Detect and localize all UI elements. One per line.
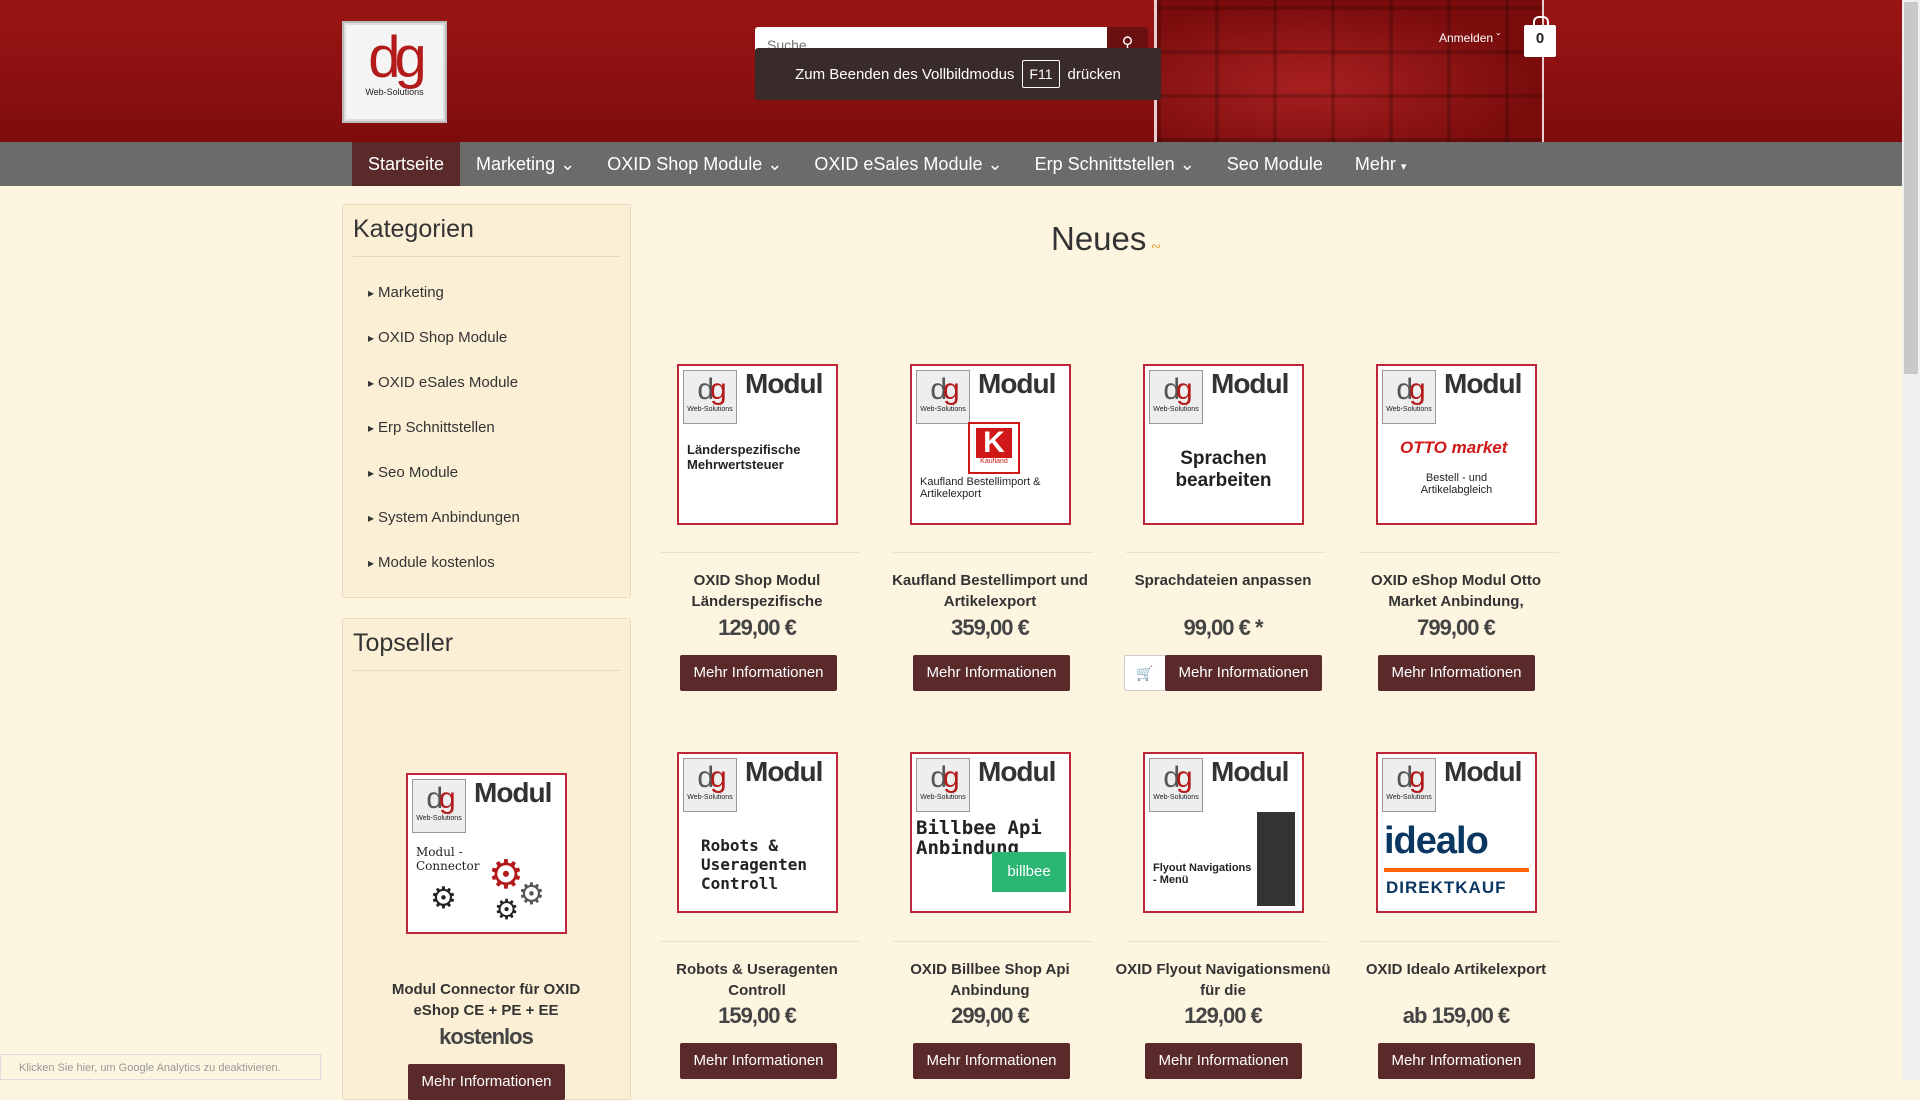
topseller-name[interactable]: Modul Connector für OXID eShop CE + PE +…: [376, 979, 596, 1021]
caret-down-icon: ▾: [1400, 161, 1407, 173]
gear-icon: ⚙: [518, 878, 545, 911]
category-erp-schnittstellen[interactable]: Erp Schnittstellen: [343, 410, 630, 455]
nav-item-marketing[interactable]: Marketing ⌄: [460, 142, 591, 186]
fullscreen-notice: Zum Beenden des Vollbildmodus F11 drücke…: [755, 48, 1161, 100]
nav-item-seo-module[interactable]: Seo Module: [1211, 142, 1339, 186]
product-price: 299,00 €: [951, 1003, 1030, 1028]
product-image[interactable]: dg Web-Solutions Modul Robots & Useragent…: [677, 752, 838, 913]
categories-title: Kategorien: [353, 215, 620, 257]
site-logo[interactable]: dg Web-Solutions: [342, 21, 447, 123]
nav-item-mehr[interactable]: Mehr ▾: [1339, 142, 1423, 186]
idealo-direktkauf: DIREKTKAUF: [1386, 878, 1507, 897]
product-name[interactable]: OXID Shop Modul Länderspezifische: [647, 570, 867, 612]
product-image[interactable]: dg Web-Solutions Modul Länderspezifische …: [677, 364, 838, 525]
otto-market-logo: OTTO market: [1400, 438, 1508, 457]
cart-button[interactable]: 0: [1524, 16, 1556, 57]
divider: [1359, 552, 1559, 553]
idealo-stripe: [1384, 868, 1529, 872]
category-seo-module[interactable]: Seo Module: [343, 455, 630, 500]
cart-count: 0: [1535, 30, 1545, 47]
nav-item-oxid-shop-module[interactable]: OXID Shop Module ⌄: [591, 142, 798, 186]
topseller-product-image[interactable]: dg Web-Solutions Modul Modul - Connector …: [406, 773, 567, 934]
more-info-button[interactable]: Mehr Informationen: [1378, 1043, 1535, 1079]
product-image[interactable]: dg Web-Solutions Modul K Kaufland Kauflan…: [910, 364, 1071, 525]
login-dropdown[interactable]: Anmelden ˇ: [1439, 31, 1500, 45]
divider: [893, 941, 1093, 942]
add-to-cart-button[interactable]: 🛒: [1124, 655, 1166, 691]
product-image[interactable]: dg Web-Solutions Modul OTTO market Bestel…: [1376, 364, 1537, 525]
category-module-kostenlos[interactable]: Module kostenlos: [343, 545, 630, 590]
divider: [660, 552, 860, 553]
site-header: dg Web-Solutions ⚲ Zum Beenden des Vollb…: [0, 0, 1902, 142]
gear-icon: ⚙: [494, 894, 520, 925]
product-name[interactable]: OXID Idealo Artikelexport: [1346, 959, 1566, 980]
category-system-anbindungen[interactable]: System Anbindungen: [343, 500, 630, 545]
product-name[interactable]: OXID eShop Modul Otto Market Anbindung,: [1346, 570, 1566, 612]
divider: [1126, 552, 1326, 553]
more-info-button[interactable]: Mehr Informationen: [913, 1043, 1070, 1079]
more-info-button[interactable]: Mehr Informationen: [1165, 655, 1322, 691]
chevron-down-icon: ⌄: [560, 154, 576, 174]
divider: [893, 552, 1093, 553]
main-nav: Startseite Marketing ⌄ OXID Shop Module …: [0, 142, 1902, 186]
chevron-down-icon: ˇ: [1493, 31, 1501, 45]
chevron-down-icon: ⌄: [987, 154, 1003, 174]
product-price: ab 159,00 €: [1402, 1003, 1510, 1028]
scrollbar-thumb[interactable]: [1904, 2, 1918, 374]
chevron-down-icon: ⌄: [767, 154, 783, 174]
product-price: 159,00 €: [718, 1003, 797, 1028]
nav-item-startseite[interactable]: Startseite: [352, 142, 461, 186]
product-price: 129,00 €: [1184, 1003, 1263, 1028]
product-name[interactable]: Robots & Useragenten Controll: [647, 959, 867, 1001]
divider: [660, 941, 860, 942]
product-price: 99,00 € *: [1183, 615, 1263, 640]
topseller-title: Topseller: [353, 629, 620, 671]
more-info-button[interactable]: Mehr Informationen: [913, 655, 1070, 691]
category-oxid-shop-module[interactable]: OXID Shop Module: [343, 320, 630, 365]
category-marketing[interactable]: Marketing: [343, 275, 630, 320]
product-image[interactable]: dg Web-Solutions Modul idealo DIREKTKAUF: [1376, 752, 1537, 913]
cart-icon: 🛒: [1136, 665, 1154, 681]
topseller-price: kostenlos: [439, 1024, 534, 1049]
nav-item-oxid-esales-module[interactable]: OXID eSales Module ⌄: [798, 142, 1018, 186]
product-image[interactable]: dg Web-Solutions Modul Billbee Api Anbind…: [910, 752, 1071, 913]
product-name[interactable]: OXID Billbee Shop Api Anbindung: [880, 959, 1100, 1001]
product-name[interactable]: Sprachdateien anpassen: [1113, 570, 1333, 591]
page-title: Neues: [1051, 220, 1147, 257]
product-name[interactable]: Kaufland Bestellimport und Artikelexport: [880, 570, 1100, 612]
more-info-button[interactable]: Mehr Informationen: [1145, 1043, 1302, 1079]
idealo-logo: idealo: [1384, 820, 1489, 862]
kaufland-logo: K Kaufland: [968, 422, 1020, 474]
category-oxid-esales-module[interactable]: OXID eSales Module: [343, 365, 630, 410]
product-price: 799,00 €: [1417, 615, 1496, 640]
billbee-logo: billbee: [992, 852, 1066, 892]
header-keyboard-image: [1154, 0, 1544, 142]
product-name[interactable]: OXID Flyout Navigationsmenü für die: [1113, 959, 1333, 1001]
product-price: 359,00 €: [951, 615, 1030, 640]
analytics-optout-link[interactable]: Klicken Sie hier, um Google Analytics zu…: [0, 1054, 321, 1080]
more-info-button[interactable]: Mehr Informationen: [1378, 655, 1535, 691]
chevron-down-icon: ⌄: [1179, 154, 1195, 174]
divider: [1126, 941, 1326, 942]
product-price: 129,00 €: [718, 615, 797, 640]
more-info-button[interactable]: Mehr Informationen: [680, 655, 837, 691]
nav-item-erp-schnittstellen[interactable]: Erp Schnittstellen ⌄: [1019, 142, 1211, 186]
flyout-menu-preview: [1257, 812, 1295, 906]
sync-icon: ⚙: [430, 882, 457, 915]
product-image[interactable]: dg Web-Solutions Modul Flyout Navigations…: [1143, 752, 1304, 913]
product-image[interactable]: dg Web-Solutions Modul Sprachen bearbeite…: [1143, 364, 1304, 525]
divider: [1359, 941, 1559, 942]
categories-panel: Kategorien Marketing OXID Shop Module OX…: [342, 204, 631, 598]
rss-icon[interactable]: ∾: [1151, 239, 1161, 253]
more-info-button[interactable]: Mehr Informationen: [680, 1043, 837, 1079]
topseller-more-info-button[interactable]: Mehr Informationen: [408, 1064, 565, 1100]
